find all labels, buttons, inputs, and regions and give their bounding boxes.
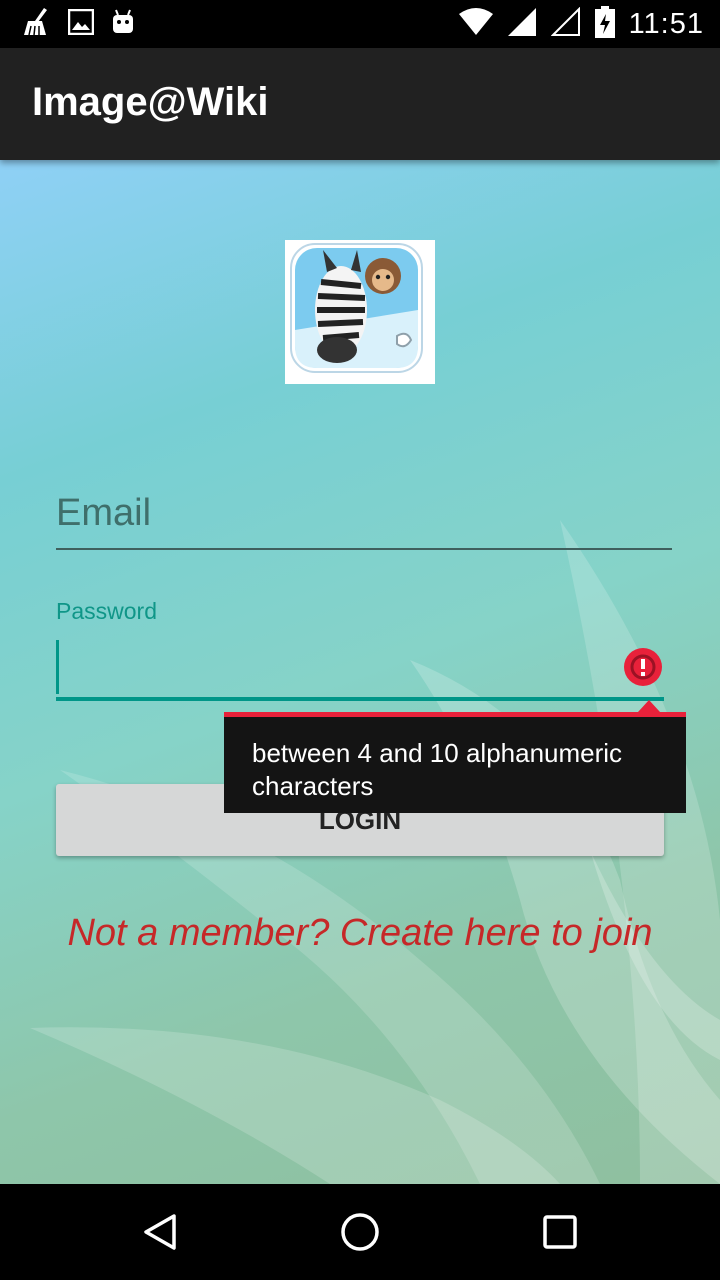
recents-button[interactable] xyxy=(532,1204,588,1260)
error-icon[interactable] xyxy=(622,646,664,688)
recents-icon xyxy=(543,1215,577,1249)
battery-charging-icon xyxy=(594,6,615,42)
error-message: between 4 and 10 alphanumeric characters xyxy=(252,738,623,801)
app-logo xyxy=(285,240,435,384)
signal-empty-icon xyxy=(550,6,581,41)
home-button[interactable] xyxy=(332,1204,388,1260)
password-label: Password xyxy=(56,598,157,624)
email-underline xyxy=(56,548,672,550)
status-time: 11:51 xyxy=(628,7,704,40)
app-bar: Image@Wiki xyxy=(0,48,720,160)
password-field[interactable] xyxy=(56,640,59,694)
email-field[interactable]: Email xyxy=(56,492,151,535)
signup-link[interactable]: Not a member? Create here to join xyxy=(0,912,720,955)
app-title: Image@Wiki xyxy=(32,80,269,124)
status-bar: 11:51 xyxy=(0,0,720,48)
back-icon xyxy=(144,1214,176,1250)
zebra-monkey-logo-icon xyxy=(290,243,423,373)
back-button[interactable] xyxy=(132,1204,188,1260)
login-screen: Email Password LOGIN between 4 and 10 al… xyxy=(0,160,720,1184)
home-icon xyxy=(341,1213,379,1251)
image-icon xyxy=(67,8,95,39)
password-underline xyxy=(56,697,664,701)
status-left-icons xyxy=(18,6,136,42)
error-popup: between 4 and 10 alphanumeric characters xyxy=(224,712,686,813)
signal-icon xyxy=(507,7,537,41)
navigation-bar xyxy=(0,1184,720,1280)
android-icon xyxy=(110,9,136,39)
error-popup-arrow xyxy=(638,700,660,712)
wifi-icon xyxy=(458,8,493,40)
status-right-icons: 11:51 xyxy=(458,6,704,42)
cleaner-icon xyxy=(18,5,52,43)
